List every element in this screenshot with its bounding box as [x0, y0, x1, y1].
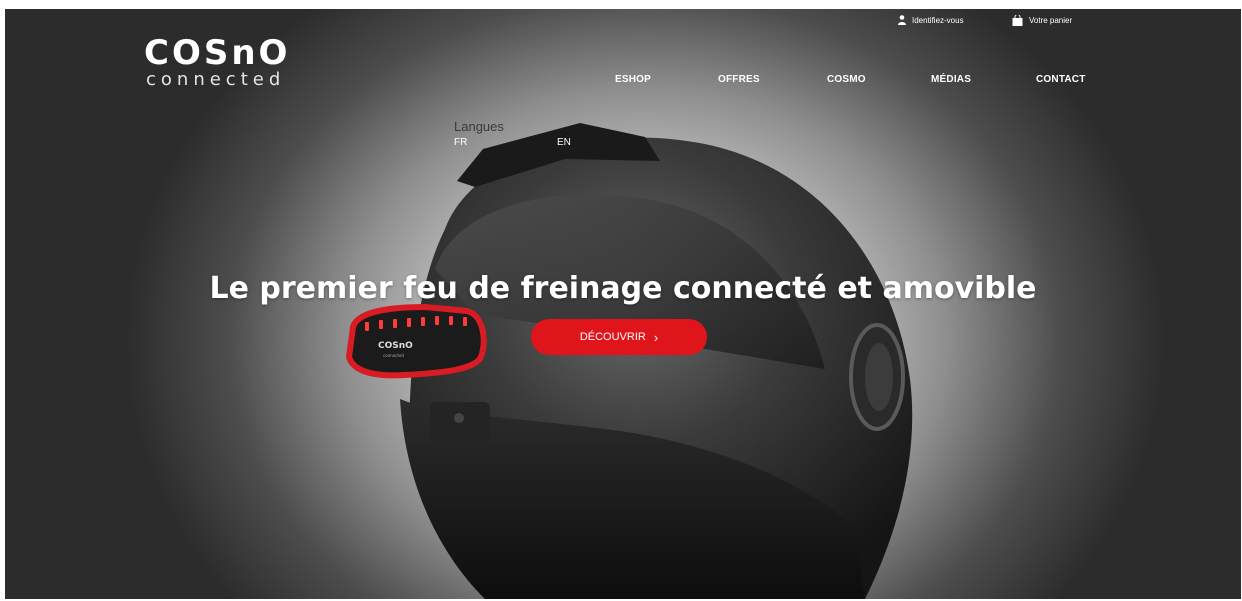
- language-en[interactable]: EN: [557, 137, 571, 148]
- login-label: Identifiez-vous: [912, 15, 964, 25]
- language-fr[interactable]: FR: [454, 137, 467, 148]
- login-link[interactable]: Identifiez-vous: [898, 15, 964, 25]
- device-logo: COSnO: [378, 341, 413, 351]
- nav-cosmo[interactable]: COSMO: [827, 74, 866, 85]
- user-icon: [898, 15, 906, 25]
- hero-title: Le premier feu de freinage connecté et a…: [209, 271, 1037, 306]
- nav-medias[interactable]: MÉDIAS: [931, 74, 971, 85]
- discover-button-label: DÉCOUVRIR: [579, 331, 646, 343]
- shopping-bag-icon: [1012, 15, 1023, 26]
- logo-subtitle: connected: [146, 69, 286, 90]
- hero-banner: COSnO connected COSnO connected Identifi…: [5, 9, 1241, 599]
- logo-wordmark: COSnO: [144, 33, 291, 73]
- nav-contact[interactable]: CONTACT: [1036, 74, 1086, 85]
- nav-eshop[interactable]: ESHOP: [615, 74, 651, 85]
- device-logo-sub: connected: [383, 353, 404, 358]
- discover-button[interactable]: DÉCOUVRIR ›: [531, 319, 707, 355]
- chevron-right-icon: ›: [653, 329, 659, 345]
- cart-label: Votre panier: [1029, 16, 1073, 25]
- nav-offres[interactable]: OFFRES: [718, 74, 760, 85]
- cart-link[interactable]: Votre panier: [1012, 15, 1072, 26]
- brand-logo[interactable]: COSnO connected: [144, 36, 314, 94]
- language-label: Langues: [454, 119, 504, 134]
